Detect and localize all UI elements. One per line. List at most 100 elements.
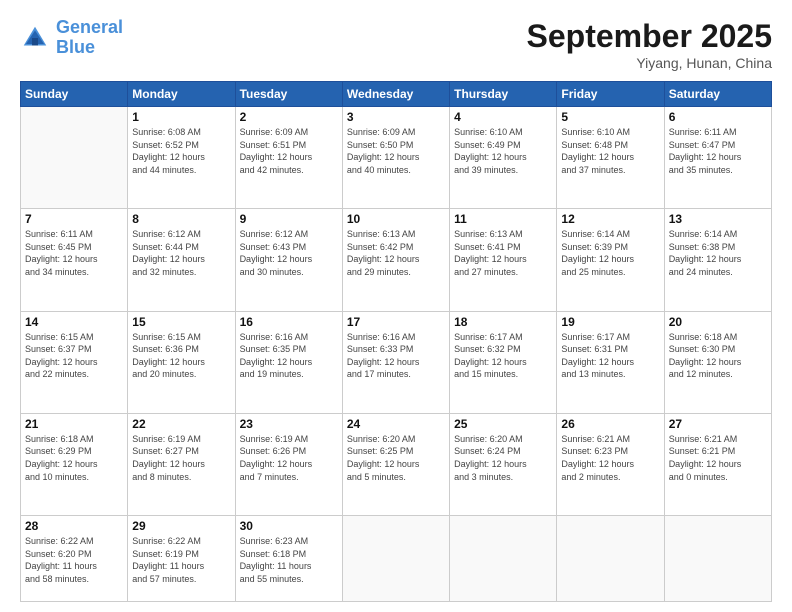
calendar-cell: 11 Sunrise: 6:13 AM Sunset: 6:41 PM Dayli… bbox=[450, 209, 557, 311]
day-number: 28 bbox=[25, 519, 123, 533]
day-number: 29 bbox=[132, 519, 230, 533]
day-number: 16 bbox=[240, 315, 338, 329]
day-info: Sunrise: 6:13 AM Sunset: 6:41 PM Dayligh… bbox=[454, 228, 552, 278]
calendar-cell: 24Sunrise: 6:20 AM Sunset: 6:25 PM Dayli… bbox=[342, 413, 449, 515]
day-info: Sunrise: 6:23 AM Sunset: 6:18 PM Dayligh… bbox=[240, 535, 338, 585]
day-info: Sunrise: 6:19 AM Sunset: 6:26 PM Dayligh… bbox=[240, 433, 338, 483]
calendar-table: SundayMondayTuesdayWednesdayThursdayFrid… bbox=[20, 81, 772, 602]
day-number: 3 bbox=[347, 110, 445, 124]
weekday-header-friday: Friday bbox=[557, 82, 664, 107]
day-number: 15 bbox=[132, 315, 230, 329]
calendar-cell: 16 Sunrise: 6:16 AM Sunset: 6:35 PM Dayli… bbox=[235, 311, 342, 413]
logo-general: General bbox=[56, 17, 123, 37]
week-row-3: 14Sunrise: 6:15 AM Sunset: 6:37 PM Dayli… bbox=[21, 311, 772, 413]
day-number: 18 bbox=[454, 315, 552, 329]
day-info: Sunrise: 6:15 AM Sunset: 6:37 PM Dayligh… bbox=[25, 331, 123, 381]
day-number: 22 bbox=[132, 417, 230, 431]
weekday-header-monday: Monday bbox=[128, 82, 235, 107]
day-info: Sunrise: 6:17 AM Sunset: 6:31 PM Dayligh… bbox=[561, 331, 659, 381]
day-number: 21 bbox=[25, 417, 123, 431]
title-block: September 2025 Yiyang, Hunan, China bbox=[527, 18, 772, 71]
calendar-cell: 13 Sunrise: 6:14 AM Sunset: 6:38 PM Dayli… bbox=[664, 209, 771, 311]
day-number: 10 bbox=[347, 212, 445, 226]
calendar-cell: 2 Sunrise: 6:09 AM Sunset: 6:51 PM Daylig… bbox=[235, 107, 342, 209]
calendar-cell: 12Sunrise: 6:14 AM Sunset: 6:39 PM Dayli… bbox=[557, 209, 664, 311]
header: General Blue September 2025 Yiyang, Huna… bbox=[20, 18, 772, 71]
day-number: 13 bbox=[669, 212, 767, 226]
day-info: Sunrise: 6:17 AM Sunset: 6:32 PM Dayligh… bbox=[454, 331, 552, 381]
calendar-cell bbox=[664, 516, 771, 602]
calendar-cell bbox=[342, 516, 449, 602]
day-info: Sunrise: 6:14 AM Sunset: 6:39 PM Dayligh… bbox=[561, 228, 659, 278]
calendar-cell: 30 Sunrise: 6:23 AM Sunset: 6:18 PM Dayli… bbox=[235, 516, 342, 602]
calendar-cell: 7Sunrise: 6:11 AM Sunset: 6:45 PM Daylig… bbox=[21, 209, 128, 311]
day-number: 19 bbox=[561, 315, 659, 329]
day-info: Sunrise: 6:21 AM Sunset: 6:23 PM Dayligh… bbox=[561, 433, 659, 483]
day-info: Sunrise: 6:22 AM Sunset: 6:19 PM Dayligh… bbox=[132, 535, 230, 585]
weekday-header-thursday: Thursday bbox=[450, 82, 557, 107]
logo-blue: Blue bbox=[56, 37, 95, 57]
day-number: 11 bbox=[454, 212, 552, 226]
day-info: Sunrise: 6:20 AM Sunset: 6:25 PM Dayligh… bbox=[347, 433, 445, 483]
day-info: Sunrise: 6:18 AM Sunset: 6:30 PM Dayligh… bbox=[669, 331, 767, 381]
calendar-cell: 22 Sunrise: 6:19 AM Sunset: 6:27 PM Dayli… bbox=[128, 413, 235, 515]
calendar-cell: 1Sunrise: 6:08 AM Sunset: 6:52 PM Daylig… bbox=[128, 107, 235, 209]
day-number: 2 bbox=[240, 110, 338, 124]
weekday-header-row: SundayMondayTuesdayWednesdayThursdayFrid… bbox=[21, 82, 772, 107]
calendar-cell: 4 Sunrise: 6:10 AM Sunset: 6:49 PM Daylig… bbox=[450, 107, 557, 209]
day-info: Sunrise: 6:10 AM Sunset: 6:49 PM Dayligh… bbox=[454, 126, 552, 176]
calendar-cell: 3 Sunrise: 6:09 AM Sunset: 6:50 PM Daylig… bbox=[342, 107, 449, 209]
calendar-cell: 17Sunrise: 6:16 AM Sunset: 6:33 PM Dayli… bbox=[342, 311, 449, 413]
day-number: 4 bbox=[454, 110, 552, 124]
logo: General Blue bbox=[20, 18, 123, 58]
logo-text: General Blue bbox=[56, 18, 123, 58]
page: General Blue September 2025 Yiyang, Huna… bbox=[0, 0, 792, 612]
calendar-cell: 14Sunrise: 6:15 AM Sunset: 6:37 PM Dayli… bbox=[21, 311, 128, 413]
day-info: Sunrise: 6:11 AM Sunset: 6:47 PM Dayligh… bbox=[669, 126, 767, 176]
day-info: Sunrise: 6:09 AM Sunset: 6:50 PM Dayligh… bbox=[347, 126, 445, 176]
week-row-5: 28 Sunrise: 6:22 AM Sunset: 6:20 PM Dayli… bbox=[21, 516, 772, 602]
calendar-cell bbox=[21, 107, 128, 209]
day-info: Sunrise: 6:15 AM Sunset: 6:36 PM Dayligh… bbox=[132, 331, 230, 381]
calendar-cell: 23Sunrise: 6:19 AM Sunset: 6:26 PM Dayli… bbox=[235, 413, 342, 515]
calendar-title: September 2025 bbox=[527, 18, 772, 55]
day-info: Sunrise: 6:13 AM Sunset: 6:42 PM Dayligh… bbox=[347, 228, 445, 278]
day-info: Sunrise: 6:14 AM Sunset: 6:38 PM Dayligh… bbox=[669, 228, 767, 278]
calendar-cell: 5 Sunrise: 6:10 AM Sunset: 6:48 PM Daylig… bbox=[557, 107, 664, 209]
calendar-cell: 15 Sunrise: 6:15 AM Sunset: 6:36 PM Dayli… bbox=[128, 311, 235, 413]
day-number: 30 bbox=[240, 519, 338, 533]
day-info: Sunrise: 6:08 AM Sunset: 6:52 PM Dayligh… bbox=[132, 126, 230, 176]
day-number: 5 bbox=[561, 110, 659, 124]
day-number: 7 bbox=[25, 212, 123, 226]
week-row-1: 1Sunrise: 6:08 AM Sunset: 6:52 PM Daylig… bbox=[21, 107, 772, 209]
day-info: Sunrise: 6:16 AM Sunset: 6:35 PM Dayligh… bbox=[240, 331, 338, 381]
calendar-cell: 21 Sunrise: 6:18 AM Sunset: 6:29 PM Dayli… bbox=[21, 413, 128, 515]
day-number: 20 bbox=[669, 315, 767, 329]
calendar-cell bbox=[450, 516, 557, 602]
day-number: 9 bbox=[240, 212, 338, 226]
day-number: 6 bbox=[669, 110, 767, 124]
day-info: Sunrise: 6:16 AM Sunset: 6:33 PM Dayligh… bbox=[347, 331, 445, 381]
day-info: Sunrise: 6:09 AM Sunset: 6:51 PM Dayligh… bbox=[240, 126, 338, 176]
calendar-cell: 27Sunrise: 6:21 AM Sunset: 6:21 PM Dayli… bbox=[664, 413, 771, 515]
calendar-cell: 26 Sunrise: 6:21 AM Sunset: 6:23 PM Dayli… bbox=[557, 413, 664, 515]
calendar-cell: 20 Sunrise: 6:18 AM Sunset: 6:30 PM Dayli… bbox=[664, 311, 771, 413]
day-number: 27 bbox=[669, 417, 767, 431]
calendar-cell: 6 Sunrise: 6:11 AM Sunset: 6:47 PM Daylig… bbox=[664, 107, 771, 209]
calendar-cell: 9 Sunrise: 6:12 AM Sunset: 6:43 PM Daylig… bbox=[235, 209, 342, 311]
logo-icon bbox=[20, 23, 50, 53]
day-info: Sunrise: 6:18 AM Sunset: 6:29 PM Dayligh… bbox=[25, 433, 123, 483]
day-info: Sunrise: 6:12 AM Sunset: 6:44 PM Dayligh… bbox=[132, 228, 230, 278]
day-info: Sunrise: 6:19 AM Sunset: 6:27 PM Dayligh… bbox=[132, 433, 230, 483]
day-info: Sunrise: 6:22 AM Sunset: 6:20 PM Dayligh… bbox=[25, 535, 123, 585]
calendar-cell: 29 Sunrise: 6:22 AM Sunset: 6:19 PM Dayli… bbox=[128, 516, 235, 602]
week-row-4: 21 Sunrise: 6:18 AM Sunset: 6:29 PM Dayli… bbox=[21, 413, 772, 515]
day-number: 8 bbox=[132, 212, 230, 226]
day-number: 26 bbox=[561, 417, 659, 431]
calendar-cell: 28 Sunrise: 6:22 AM Sunset: 6:20 PM Dayli… bbox=[21, 516, 128, 602]
day-info: Sunrise: 6:10 AM Sunset: 6:48 PM Dayligh… bbox=[561, 126, 659, 176]
calendar-cell: 18 Sunrise: 6:17 AM Sunset: 6:32 PM Dayli… bbox=[450, 311, 557, 413]
weekday-header-sunday: Sunday bbox=[21, 82, 128, 107]
day-info: Sunrise: 6:12 AM Sunset: 6:43 PM Dayligh… bbox=[240, 228, 338, 278]
week-row-2: 7Sunrise: 6:11 AM Sunset: 6:45 PM Daylig… bbox=[21, 209, 772, 311]
